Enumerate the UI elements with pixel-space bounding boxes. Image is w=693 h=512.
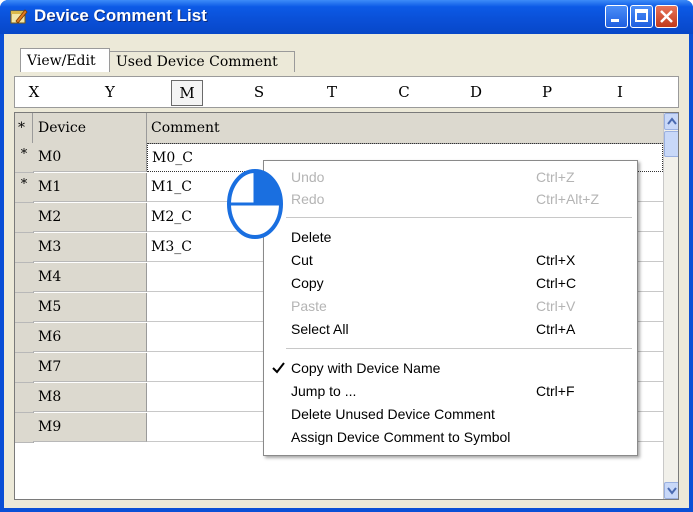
menu-item-label: Delete <box>291 229 332 245</box>
tab-used-device-comment[interactable]: Used Device Comment <box>110 51 295 72</box>
menu-item-shortcut: Ctrl+Alt+Z <box>536 191 600 207</box>
menu-item-label: Select All <box>291 321 349 337</box>
checkmark-icon <box>272 362 285 374</box>
menu-item-shortcut: Ctrl+X <box>536 252 576 268</box>
menu-item-jump-to[interactable]: Jump to ... Ctrl+F <box>264 380 635 402</box>
menu-item-shortcut: Ctrl+A <box>536 321 576 337</box>
menu-item-assign-symbol[interactable]: Assign Device Comment to Symbol <box>264 426 635 448</box>
scroll-up-button[interactable] <box>664 113 678 130</box>
scroll-thumb[interactable] <box>664 131 678 157</box>
row-mark <box>15 263 34 293</box>
device-cell[interactable]: M5 <box>33 293 147 322</box>
menu-item-label: Paste <box>291 298 327 314</box>
title-bar[interactable]: Device Comment List <box>0 0 693 34</box>
vertical-scrollbar[interactable] <box>663 113 678 499</box>
menu-item-copy-with-device-name[interactable]: Copy with Device Name <box>264 357 635 379</box>
menu-item-label: Jump to ... <box>291 383 357 399</box>
context-menu: Undo Ctrl+Z Redo Ctrl+Alt+Z Delete Cut C… <box>263 160 638 456</box>
device-type-t[interactable]: T <box>317 80 347 104</box>
scroll-down-button[interactable] <box>664 482 678 499</box>
menu-item-label: Undo <box>291 169 325 185</box>
edit-window-icon <box>10 9 28 24</box>
device-type-p[interactable]: P <box>532 80 562 104</box>
device-cell[interactable]: M2 <box>33 203 147 232</box>
device-type-s[interactable]: S <box>244 80 274 104</box>
row-mark <box>15 353 34 383</box>
menu-item-paste[interactable]: Paste Ctrl+V <box>264 295 635 317</box>
device-cell[interactable]: M3 <box>33 233 147 262</box>
menu-item-shortcut: Ctrl+Z <box>536 169 575 185</box>
scroll-up-icon <box>667 117 677 125</box>
maximize-button[interactable] <box>630 5 653 28</box>
close-button[interactable] <box>655 5 678 28</box>
menu-item-redo[interactable]: Redo Ctrl+Alt+Z <box>264 188 635 210</box>
maximize-icon <box>635 9 648 22</box>
menu-item-label: Copy with Device Name <box>291 360 441 376</box>
menu-separator <box>286 348 632 349</box>
device-type-bar: X Y M S T C D P I <box>14 76 679 108</box>
header-device[interactable]: Device <box>33 113 147 143</box>
tab-view-edit[interactable]: View/Edit <box>20 48 110 72</box>
menu-separator <box>286 217 632 218</box>
row-mark <box>15 413 34 443</box>
device-type-x[interactable]: X <box>19 80 49 104</box>
device-cell[interactable]: M0 <box>33 143 147 172</box>
device-cell[interactable]: M7 <box>33 353 147 382</box>
menu-item-shortcut: Ctrl+F <box>536 383 575 399</box>
device-type-y[interactable]: Y <box>95 80 125 104</box>
menu-item-label: Cut <box>291 252 313 268</box>
menu-item-select-all[interactable]: Select All Ctrl+A <box>264 318 635 340</box>
menu-item-label: Copy <box>291 275 324 291</box>
menu-item-delete-unused[interactable]: Delete Unused Device Comment <box>264 403 635 425</box>
scroll-down-icon <box>667 487 677 495</box>
row-mark <box>15 293 34 323</box>
close-icon <box>660 10 673 23</box>
device-type-c[interactable]: C <box>389 80 419 104</box>
device-cell[interactable]: M9 <box>33 413 147 442</box>
device-type-m[interactable]: M <box>171 80 203 106</box>
grid-header: * Device Comment <box>15 113 663 144</box>
menu-item-shortcut: Ctrl+C <box>536 275 577 291</box>
menu-item-undo[interactable]: Undo Ctrl+Z <box>264 166 635 188</box>
device-cell[interactable]: M6 <box>33 323 147 352</box>
row-mark: * <box>15 143 34 173</box>
device-cell[interactable]: M8 <box>33 383 147 412</box>
header-comment[interactable]: Comment <box>147 113 663 143</box>
menu-item-cut[interactable]: Cut Ctrl+X <box>264 249 635 271</box>
device-type-d[interactable]: D <box>461 80 491 104</box>
row-mark <box>15 323 34 353</box>
minimize-icon <box>611 19 619 22</box>
menu-item-label: Assign Device Comment to Symbol <box>291 429 511 445</box>
minimize-button[interactable] <box>605 5 628 28</box>
device-type-i[interactable]: I <box>605 80 635 104</box>
menu-item-label: Redo <box>291 191 325 207</box>
menu-item-label: Delete Unused Device Comment <box>291 406 495 422</box>
menu-item-shortcut: Ctrl+V <box>536 298 576 314</box>
row-mark <box>15 203 34 233</box>
device-cell[interactable]: M4 <box>33 263 147 292</box>
window-title: Device Comment List <box>34 6 207 25</box>
mouse-right-click-icon <box>227 169 283 239</box>
menu-item-delete[interactable]: Delete <box>264 226 635 248</box>
row-mark <box>15 383 34 413</box>
row-mark <box>15 233 34 263</box>
row-mark: * <box>15 173 34 203</box>
menu-item-copy[interactable]: Copy Ctrl+C <box>264 272 635 294</box>
header-mark: * <box>15 113 33 143</box>
device-cell[interactable]: M1 <box>33 173 147 202</box>
